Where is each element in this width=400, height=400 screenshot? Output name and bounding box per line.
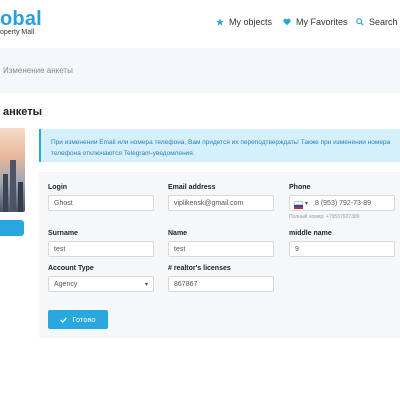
surname-input[interactable]: test <box>48 241 154 257</box>
middle-name-input[interactable]: 9 <box>289 241 395 257</box>
licenses-input[interactable]: 867867 <box>168 276 274 292</box>
phone-value: 8 (953) 792-73-89 <box>315 200 372 207</box>
heart-icon <box>283 18 291 26</box>
star-icon <box>216 18 224 26</box>
chevron-down-icon: ▾ <box>305 201 309 207</box>
login-label: Login <box>48 184 68 191</box>
chevron-down-icon: ▾ <box>144 282 148 288</box>
name-input[interactable]: test <box>168 241 274 257</box>
surname-label: Surname <box>48 230 78 237</box>
site-logo[interactable]: obal operty Mall <box>0 8 42 36</box>
phone-input[interactable]: ▾ 8 (953) 792-73-89 <box>289 195 395 211</box>
phone-hint: Полный номер: +79537927389 <box>289 214 360 220</box>
account-type-select[interactable]: Agency ▾ <box>48 276 154 292</box>
nav-my-objects[interactable]: My objects <box>216 17 272 27</box>
russia-flag-icon[interactable] <box>294 201 303 209</box>
nav-my-favorites-label: My Favorites <box>296 17 348 27</box>
nav-my-objects-label: My objects <box>229 17 273 27</box>
middle-name-label: middle name <box>289 230 332 237</box>
photo-upload-button[interactable] <box>0 220 24 236</box>
nav-my-favorites[interactable]: My Favorites <box>283 17 348 27</box>
info-alert: При изменении Email или номера телефона,… <box>39 129 400 162</box>
breadcrumb: Изменение анкеты <box>3 66 73 75</box>
login-input[interactable]: Ghost <box>48 195 154 211</box>
search-icon <box>356 18 364 26</box>
logo-subtitle: operty Mall <box>0 29 35 36</box>
email-input[interactable]: viplikensk@gmail.com <box>168 195 274 211</box>
alert-text: При изменении Email или номера телефона,… <box>51 139 391 157</box>
submit-button[interactable]: Готово <box>48 310 108 329</box>
logo-text: obal <box>0 8 42 30</box>
nav-search[interactable]: Search <box>356 17 398 27</box>
nav-search-label: Search <box>369 17 398 27</box>
profile-photo <box>0 128 25 212</box>
licenses-label: # realtor's licenses <box>168 265 231 272</box>
name-label: Name <box>168 230 188 237</box>
phone-label: Phone <box>289 184 311 191</box>
submit-button-label: Готово <box>72 315 96 324</box>
email-label: Email address <box>168 184 216 191</box>
account-type-label: Account Type <box>48 265 94 272</box>
check-icon <box>60 316 68 323</box>
account-type-value: Agency <box>54 281 78 288</box>
header: obal operty Mall My objects My Favorites… <box>0 0 400 48</box>
page-title: анкеты <box>3 106 43 118</box>
